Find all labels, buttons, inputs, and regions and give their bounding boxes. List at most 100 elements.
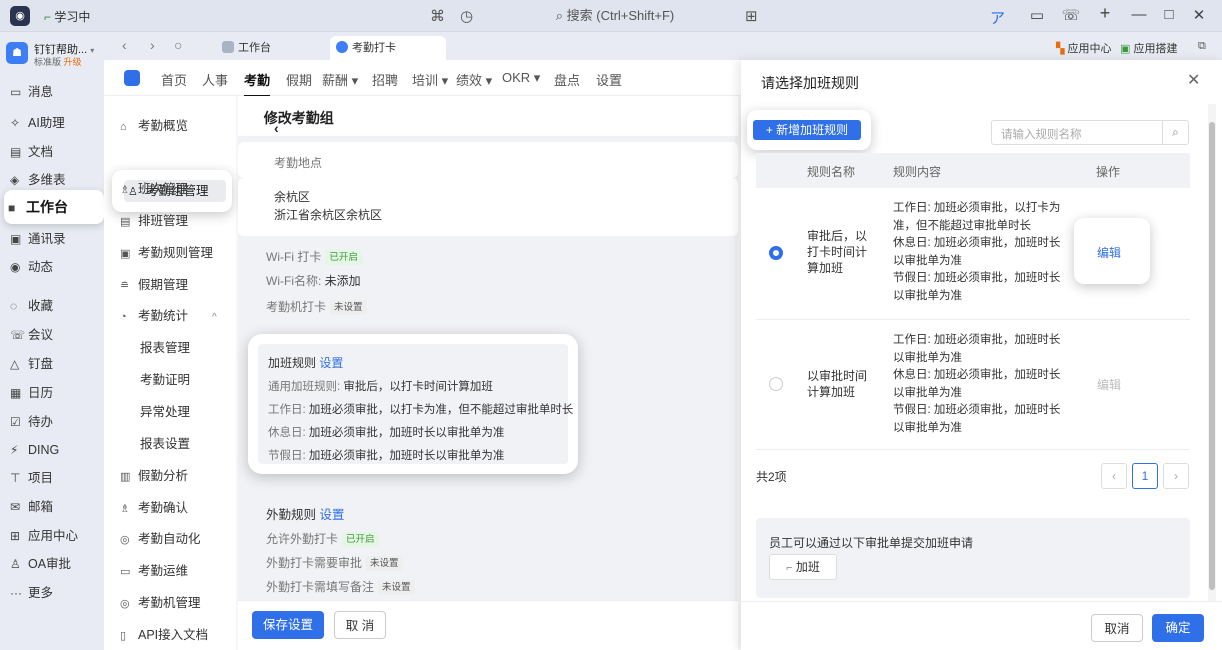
- module-tab[interactable]: 考勤: [244, 70, 271, 97]
- sidebar-item-mail[interactable]: ✉ 邮箱: [6, 495, 98, 519]
- sidebar-item[interactable]: 考勤证明: [140, 369, 190, 388]
- app-builder-link[interactable]: ▣ 应用搭建: [1120, 40, 1177, 56]
- global-search[interactable]: ⌕ 搜索 (Ctrl+Shift+F): [505, 5, 725, 27]
- module-tab[interactable]: 人事: [202, 70, 228, 89]
- sidebar-item-apps[interactable]: ⊞ 应用中心: [6, 524, 98, 548]
- apps-grid-icon[interactable]: ⊞: [745, 7, 758, 25]
- drawer-cancel-button[interactable]: 取消: [1091, 614, 1143, 642]
- sidebar-item-calendar[interactable]: ▦ 日历: [6, 381, 98, 405]
- sidebar-item-message[interactable]: ▭ 消息: [6, 80, 98, 104]
- sidebar-item-more[interactable]: ··· 更多: [6, 581, 98, 605]
- sidebar-item[interactable]: ▤ 排班管理: [120, 210, 188, 229]
- close-window-button[interactable]: ✕: [1188, 6, 1210, 24]
- next-page-button[interactable]: ›: [1163, 463, 1189, 489]
- back-arrow-icon[interactable]: ‹: [274, 120, 279, 136]
- sidebar-item[interactable]: ♗ 考勤确认: [120, 497, 188, 516]
- sidebar-item-dynamic[interactable]: ◉ 动态: [6, 255, 98, 279]
- module-tab[interactable]: 绩效 ▾: [456, 70, 492, 89]
- module-tab[interactable]: 薪酬 ▾: [322, 70, 358, 89]
- rule-radio-selected[interactable]: [769, 246, 783, 260]
- back-icon[interactable]: ‹: [122, 37, 127, 53]
- add-icon[interactable]: +: [1094, 3, 1116, 24]
- module-tab[interactable]: 盘点: [554, 70, 580, 89]
- sidebar-item[interactable]: ▥ 假勤分析: [120, 465, 188, 484]
- dingtalk-logo-icon[interactable]: ◉: [10, 6, 30, 26]
- module-tab[interactable]: 招聘: [372, 70, 398, 89]
- sidebar-item-label: API接入文档: [138, 628, 209, 642]
- rule-search-input[interactable]: 请输入规则名称 ⌕: [991, 120, 1189, 145]
- sidebar-item-disk[interactable]: △ 钉盘: [6, 352, 98, 376]
- capture-icon[interactable]: ⌘: [430, 7, 445, 25]
- sidebar-item[interactable]: ◎ 考勤自动化: [120, 528, 201, 547]
- project-icon: ⊤: [10, 471, 21, 485]
- edit-rule-button-disabled: 编辑: [1097, 378, 1122, 392]
- sidebar-item[interactable]: 报表管理: [140, 337, 190, 356]
- sidebar-item[interactable]: ▭ 考勤运维: [120, 560, 188, 579]
- sidebar-item[interactable]: ≘ 假期管理: [120, 274, 188, 293]
- sidebar-item-doc[interactable]: ▤ 文档: [6, 140, 98, 164]
- sidebar-item-project[interactable]: ⊤ 项目: [6, 466, 98, 490]
- translate-icon[interactable]: ア: [990, 7, 1005, 28]
- module-tab[interactable]: 首页: [161, 70, 187, 89]
- add-overtime-rule-button[interactable]: + 新增加班规则: [753, 120, 861, 140]
- forward-icon[interactable]: ›: [150, 37, 155, 53]
- search-icon[interactable]: ⌕: [1162, 121, 1188, 144]
- rule-radio[interactable]: [769, 377, 783, 391]
- sidebar-item[interactable]: ♗ 班次管理: [120, 178, 188, 197]
- module-tab[interactable]: 设置: [596, 70, 622, 89]
- org-switcher[interactable]: ☗ 钉钉帮助... ▾ 标准版 升级: [6, 40, 98, 70]
- workbench-icon: ■: [8, 201, 16, 215]
- field-rules-setting-link[interactable]: 设置: [320, 508, 345, 522]
- sidebar-item-contacts[interactable]: ▣ 通讯录: [6, 227, 98, 251]
- close-icon[interactable]: ✕: [1187, 70, 1200, 90]
- overtime-setting-link[interactable]: 设置: [319, 356, 343, 370]
- sidebar-item[interactable]: ◎ 考勤机管理: [120, 592, 201, 611]
- attendance-tab-icon: [336, 41, 348, 53]
- save-settings-button[interactable]: 保存设置: [252, 611, 324, 639]
- sidebar-item-ai[interactable]: ✧ AI助理: [6, 111, 98, 135]
- chevron-up-icon[interactable]: ^: [212, 312, 217, 323]
- sidebar-item[interactable]: ▯ API接入文档: [120, 624, 208, 643]
- sidebar-item-favorite[interactable]: ◌ 收藏: [6, 294, 98, 318]
- study-status[interactable]: ⌐ 学习中: [44, 8, 90, 25]
- refresh-icon[interactable]: ○: [174, 37, 182, 53]
- overtime-approval-button[interactable]: ⌐ 加班: [769, 554, 837, 580]
- upgrade-link[interactable]: 升级: [64, 57, 82, 67]
- scrollbar-thumb[interactable]: [1209, 122, 1215, 590]
- drawer-scrollbar[interactable]: [1208, 104, 1216, 602]
- drawer-confirm-button[interactable]: 确定: [1152, 614, 1204, 642]
- module-tab[interactable]: 培训 ▾: [412, 70, 448, 89]
- tab-workbench[interactable]: 工作台: [216, 36, 271, 60]
- table-row[interactable]: 以审批时间计算加班 工作日: 加班必须审批，加班时长以审批单为准 休息日: 加班…: [756, 320, 1190, 450]
- sidebar-item-todo[interactable]: ☑ 待办: [6, 410, 98, 434]
- location-card[interactable]: 余杭区 浙江省余杭区余杭区: [238, 178, 738, 236]
- module-tab[interactable]: OKR ▾: [502, 70, 540, 86]
- sidebar-item-workbench[interactable]: ■ 工作台: [4, 190, 104, 224]
- tab-attendance[interactable]: 考勤打卡: [330, 36, 446, 60]
- sidebar-item[interactable]: ▣ 考勤规则管理: [120, 242, 213, 261]
- overtime-holiday-label: 节假日:: [268, 450, 306, 462]
- chat-icon[interactable]: ▭: [1026, 6, 1048, 24]
- sidebar-item-table[interactable]: ◈ 多维表: [6, 168, 98, 192]
- app-center-link[interactable]: ▚ 应用中心: [1056, 40, 1112, 56]
- history-icon[interactable]: ◷: [460, 7, 473, 25]
- sidebar-item[interactable]: ◔ 考勤统计 ^: [120, 305, 217, 324]
- sidebar-item-icon: ▭: [120, 566, 131, 578]
- edit-rule-button[interactable]: 编辑: [1097, 244, 1121, 261]
- sidebar-item-ding[interactable]: ⚡ DING: [6, 438, 98, 462]
- external-window-icon[interactable]: ⧉: [1198, 40, 1206, 53]
- sidebar-item[interactable]: 报表设置: [140, 433, 190, 452]
- sidebar-item-meeting[interactable]: ☏ 会议: [6, 323, 98, 347]
- minimize-button[interactable]: —: [1128, 6, 1150, 23]
- maximize-button[interactable]: □: [1158, 6, 1180, 23]
- page-number[interactable]: 1: [1132, 463, 1158, 489]
- sidebar-item[interactable]: ⌂ 考勤概览: [120, 115, 188, 134]
- sidebar-item-oa[interactable]: ♙ OA审批: [6, 552, 98, 576]
- overtime-rules-card[interactable]: 加班规则 设置 通用加班规则: 审批后，以打卡时间计算加班 工作日: 加班必须审…: [248, 334, 578, 474]
- call-icon[interactable]: ☏: [1060, 6, 1082, 24]
- module-tab[interactable]: 假期: [286, 70, 312, 89]
- prev-page-button[interactable]: ‹: [1101, 463, 1127, 489]
- wifi-name-label: Wi-Fi名称:: [266, 274, 322, 288]
- sidebar-item[interactable]: 异常处理: [140, 401, 190, 420]
- cancel-button[interactable]: 取 消: [334, 611, 386, 639]
